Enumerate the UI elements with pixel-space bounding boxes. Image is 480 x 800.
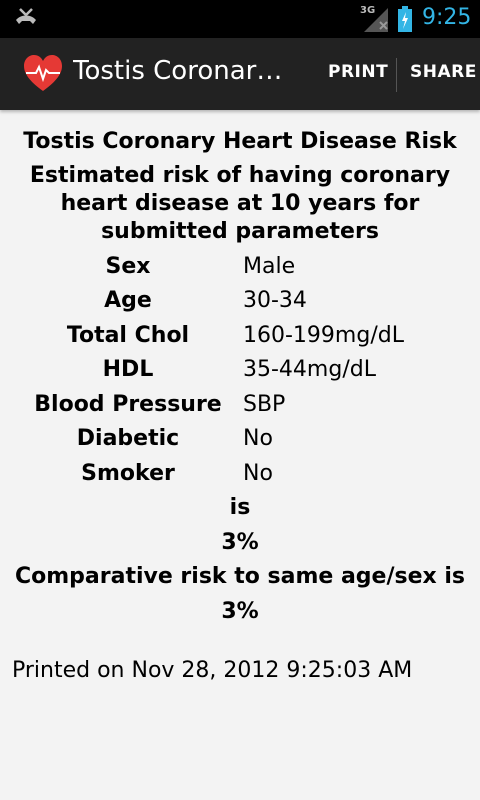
signal-icon [364, 8, 388, 32]
status-bar: 3G 9:25 [0, 0, 480, 38]
param-label: Smoker [81, 461, 175, 486]
report-content: Tostis Coronary Heart Disease Risk Estim… [0, 110, 480, 800]
param-row-blood-pressure: Blood Pressure SBP [0, 392, 480, 426]
param-label: Age [104, 288, 152, 313]
share-button[interactable]: SHARE [410, 62, 477, 82]
battery-charging-icon [398, 6, 412, 32]
param-row-total-chol: Total Chol 160-199mg/dL [0, 323, 480, 357]
risk-value: 3% [221, 530, 259, 555]
clock: 9:25 [422, 5, 472, 30]
report-title: Tostis Coronary Heart Disease Risk [23, 129, 457, 154]
missed-call-icon [16, 8, 36, 24]
param-value: No [243, 426, 273, 451]
comparative-risk-label: Comparative risk to same age/sex is [14, 564, 465, 589]
param-row-sex: Sex Male [0, 254, 480, 288]
param-value: 35-44mg/dL [243, 357, 376, 382]
param-value: SBP [243, 392, 286, 417]
action-bar: Tostis Coronary… PRINT SHARE [0, 38, 480, 110]
heart-icon[interactable] [22, 53, 64, 95]
action-divider [396, 58, 397, 92]
report-subtitle: Estimated risk of having coronary heart … [29, 163, 451, 244]
print-button[interactable]: PRINT [328, 62, 388, 82]
param-label: HDL [102, 357, 154, 382]
comparative-risk-value: 3% [221, 599, 259, 624]
param-value: Male [243, 254, 296, 279]
param-label: Diabetic [76, 426, 180, 451]
app-title: Tostis Coronary… [73, 56, 287, 86]
param-value: 160-199mg/dL [243, 323, 404, 348]
param-label: Sex [105, 254, 151, 279]
is-label: is [229, 495, 251, 520]
param-row-hdl: HDL 35-44mg/dL [0, 357, 480, 391]
param-value: No [243, 461, 273, 486]
param-value: 30-34 [243, 288, 307, 313]
param-label: Total Chol [66, 323, 190, 348]
param-label: Blood Pressure [34, 392, 222, 417]
printed-timestamp: Printed on Nov 28, 2012 9:25:03 AM [12, 658, 413, 683]
param-row-age: Age 30-34 [0, 288, 480, 322]
param-row-diabetic: Diabetic No [0, 426, 480, 460]
param-row-smoker: Smoker No [0, 461, 480, 495]
